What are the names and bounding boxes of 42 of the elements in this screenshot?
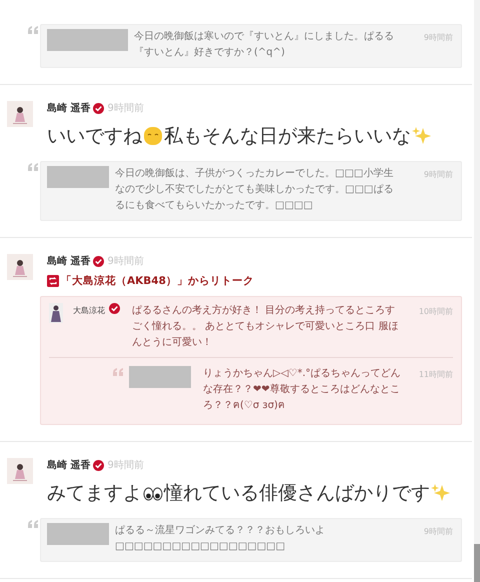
quote-mark-icon [28,26,38,34]
redacted-block [129,366,191,388]
quote-text: 今日の晩御飯は、子供がつくったカレーでした。□□□小学生なので少し不安でしたがとても美味しかったです。□□□ぱるるにも食べてもらいたかったです。□□□□ [115,166,394,213]
avatar-icon[interactable] [7,458,33,484]
scrollbar[interactable] [474,0,480,582]
post-text: いいですね [47,124,142,149]
avatar-icon[interactable] [7,254,33,280]
timestamp: 9時間前 [422,169,453,180]
post-text: ぱるるさんの考え方が好き！ 目分の考え持ってるところすごく憧れる。。 あととてもオシャレで可愛いところ口 服ほんとうに可愛い！ [132,304,400,350]
verified-icon [93,256,104,266]
redacted-block [47,166,109,188]
timestamp: 11時間前 [418,369,453,380]
avatar-icon[interactable] [7,101,33,127]
quote-text: 今日の晩御飯は寒いので『すいとん』にしました。ぱるる『すいとん』好きですか？(^q^) [134,30,395,60]
author-name[interactable]: 島崎 遥香 [47,458,90,472]
avatar-icon[interactable] [49,303,63,323]
timestamp: 9時間前 [107,102,144,115]
quote-mark-icon [113,368,123,376]
quote-mark-icon [28,520,38,528]
sparkles-icon [412,126,432,146]
verified-icon [93,102,104,114]
post-text: 私もそんな日が来たらいいな [164,124,411,149]
timestamp: 10時間前 [418,306,453,317]
retalk-label[interactable]: 「大島涼花（AKB48）」からリトーク [61,274,254,288]
author-name[interactable]: 大島涼花 [73,303,105,316]
post-text: みてますよ [47,481,142,506]
verified-icon [109,303,120,314]
quote-text: りょうかちゃん▷◁♡*.°ぱるちゃんってどんな存在？？❤❤尊敬するところはどんなところ？？ฅ(♡σ ɜσ)ฅ [203,367,402,413]
redacted-block [47,523,109,545]
timestamp: 9時間前 [422,526,453,537]
timestamp: 9時間前 [107,254,144,268]
author-name[interactable]: 島崎 遥香 [47,254,90,268]
quote-text: ぱるる～流星ワゴンみてる？？？おもしろいよ□□□□□□□□□□□□□□□□□□ [115,524,326,554]
quote-mark-icon [28,163,38,171]
timestamp: 9時間前 [422,32,453,43]
sparkles-icon [431,483,451,503]
smiley-icon [143,126,163,146]
post-text: 憧れている俳優さんばかりです [164,481,430,506]
retalk-icon [47,275,59,287]
timestamp: 9時間前 [107,458,144,472]
author-name[interactable]: 島崎 遥香 [47,101,90,115]
verified-icon [93,460,104,470]
